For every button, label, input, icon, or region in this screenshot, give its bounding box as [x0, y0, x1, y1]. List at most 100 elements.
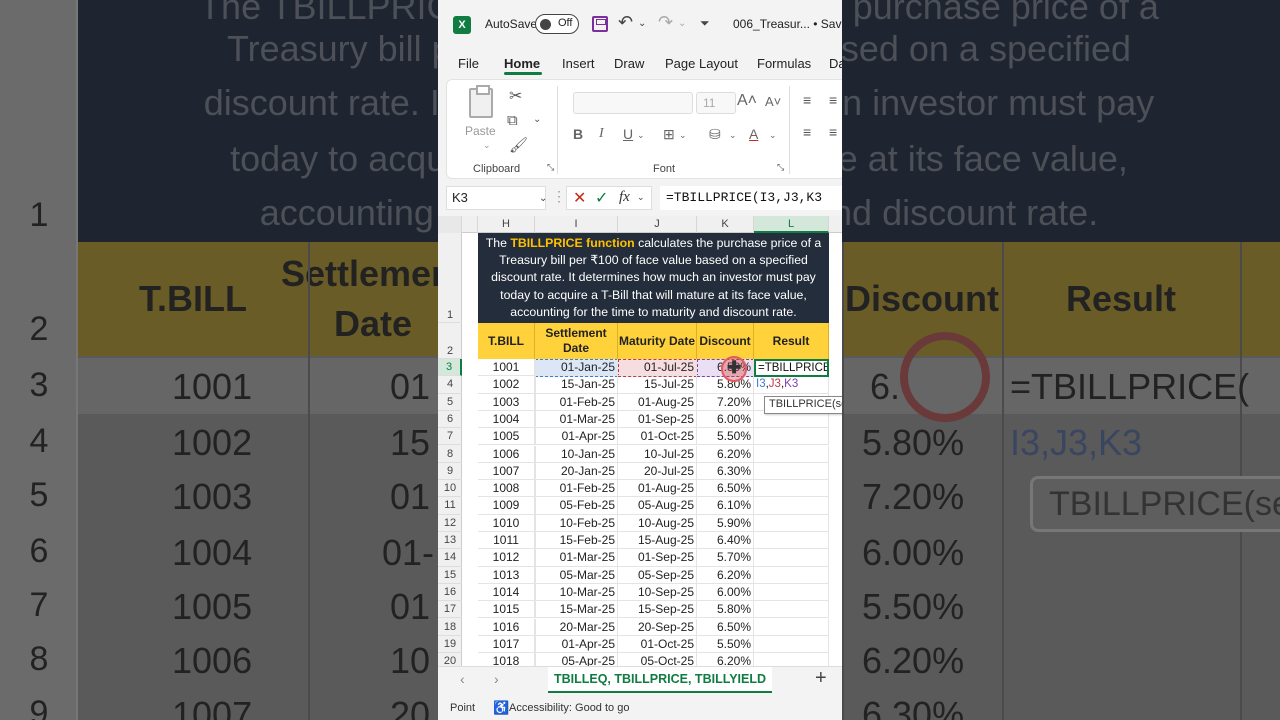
- menu-insert[interactable]: Insert: [562, 56, 595, 71]
- name-box-dropdown-icon[interactable]: ⌄: [539, 193, 547, 204]
- customize-toolbar-icon[interactable]: ⏷: [700, 16, 710, 31]
- cell-discount[interactable]: 6.20%: [697, 653, 754, 666]
- accessibility-status[interactable]: Accessibility: Good to go: [509, 702, 629, 714]
- cell-settlement[interactable]: 05-Apr-25: [535, 653, 618, 666]
- row-header-11[interactable]: 11: [438, 497, 462, 515]
- cell-maturity[interactable]: 05-Oct-25: [618, 653, 697, 666]
- save-icon[interactable]: [592, 16, 608, 32]
- cell-tbill[interactable]: 1008: [478, 480, 535, 498]
- cell-result[interactable]: [754, 566, 829, 584]
- cell-tbill[interactable]: 1010: [478, 514, 535, 532]
- cell-result[interactable]: [754, 462, 829, 481]
- cell-settlement[interactable]: 01-Apr-25: [535, 635, 618, 654]
- column-header-j[interactable]: J: [618, 216, 697, 233]
- font-size-select[interactable]: 11: [696, 92, 736, 114]
- fill-dropdown-icon[interactable]: ⌄: [729, 130, 737, 141]
- cell-tbill[interactable]: 1015: [478, 601, 535, 619]
- cell-result[interactable]: [754, 653, 829, 666]
- cell-discount[interactable]: 5.50%: [697, 635, 754, 654]
- paste-label[interactable]: Paste: [465, 124, 496, 138]
- cell-tbill[interactable]: 1011: [478, 532, 535, 550]
- align-left-icon[interactable]: ≡: [803, 124, 811, 140]
- row-header-9[interactable]: 9: [438, 463, 462, 481]
- header-result[interactable]: Result: [754, 323, 829, 359]
- cell-discount[interactable]: 6.00%: [697, 410, 754, 429]
- cell-discount[interactable]: 5.90%: [697, 514, 754, 532]
- cell-discount[interactable]: 6.50%: [697, 480, 754, 498]
- column-header-g[interactable]: [462, 216, 478, 233]
- cell-result[interactable]: [754, 601, 829, 619]
- row-header-17[interactable]: 17: [438, 601, 462, 619]
- align-top-icon[interactable]: ≡: [803, 92, 811, 108]
- row-header-2[interactable]: 2: [438, 323, 462, 359]
- borders-dropdown-icon[interactable]: ⌄: [679, 130, 687, 141]
- row-header-12[interactable]: 12: [438, 515, 462, 532]
- cut-icon[interactable]: ✂: [509, 86, 522, 106]
- cell-maturity[interactable]: 15-Sep-25: [618, 601, 697, 619]
- cell-tbill[interactable]: 1005: [478, 428, 535, 446]
- font-name-select[interactable]: [573, 92, 693, 114]
- cell-maturity[interactable]: 01-Oct-25: [618, 428, 697, 446]
- cell-maturity[interactable]: 01-Sep-25: [618, 410, 697, 429]
- row-header-16[interactable]: 16: [438, 584, 462, 602]
- copy-icon[interactable]: ⧉: [507, 112, 518, 129]
- row-header-20[interactable]: 20: [438, 653, 462, 666]
- cell-settlement[interactable]: 15-Feb-25: [535, 532, 618, 550]
- cell-settlement[interactable]: 01-Apr-25: [535, 428, 618, 446]
- cell-settlement[interactable]: 10-Feb-25: [535, 514, 618, 532]
- accessibility-icon[interactable]: ♿: [493, 700, 509, 716]
- column-header-i[interactable]: I: [535, 216, 618, 233]
- cell-maturity[interactable]: 01-Aug-25: [618, 393, 697, 411]
- insert-function-icon[interactable]: fx: [619, 189, 630, 206]
- column-header-k[interactable]: K: [697, 216, 754, 233]
- paste-dropdown-icon[interactable]: ⌄: [483, 140, 491, 151]
- menu-page-layout[interactable]: Page Layout: [665, 56, 738, 71]
- paste-icon[interactable]: [469, 85, 493, 118]
- format-painter-icon[interactable]: 🖌: [509, 136, 528, 154]
- name-box[interactable]: K3 ⌄: [446, 186, 547, 210]
- cell-maturity[interactable]: 05-Sep-25: [618, 566, 697, 584]
- redo-dropdown-icon[interactable]: ⌄: [678, 18, 686, 29]
- borders-icon[interactable]: ⊞: [663, 126, 675, 143]
- cell-settlement[interactable]: 01-Jan-25: [535, 359, 618, 377]
- menu-data[interactable]: Da: [829, 56, 842, 71]
- cell-tbill[interactable]: 1003: [478, 393, 535, 411]
- cell-result[interactable]: [754, 583, 829, 602]
- function-tooltip[interactable]: TBILLPRICE(settlement, maturity, discoun…: [764, 396, 842, 414]
- worksheet-grid[interactable]: H I J K L 1 2 3 4 5 6 7 8 9 10 11 12 13 14 15 16 17 18 19 2…: [438, 216, 842, 666]
- row-header-3[interactable]: 3: [438, 359, 462, 377]
- cell-settlement[interactable]: 15-Mar-25: [535, 601, 618, 619]
- cell-maturity[interactable]: 10-Jul-25: [618, 445, 697, 463]
- cell-discount[interactable]: 6.20%: [697, 566, 754, 584]
- cell-discount[interactable]: 5.70%: [697, 549, 754, 567]
- cell-result[interactable]: [754, 428, 829, 446]
- cell-result[interactable]: [754, 514, 829, 532]
- cell-maturity[interactable]: 20-Sep-25: [618, 618, 697, 636]
- cell-tbill[interactable]: 1017: [478, 635, 535, 654]
- cell-result[interactable]: [754, 445, 829, 463]
- row-header-13[interactable]: 13: [438, 532, 462, 550]
- active-cell-l3[interactable]: =TBILLPRICE(: [754, 359, 829, 377]
- cell-settlement[interactable]: 01-Feb-25: [535, 393, 618, 411]
- row-header-6[interactable]: 6: [438, 411, 462, 429]
- cell-maturity[interactable]: 01-Aug-25: [618, 480, 697, 498]
- cell-maturity[interactable]: 20-Jul-25: [618, 462, 697, 481]
- fill-color-icon[interactable]: ⛁: [709, 126, 721, 143]
- cell-maturity[interactable]: 15-Aug-25: [618, 532, 697, 550]
- formula-input[interactable]: =TBILLPRICE(I3,J3,K3: [660, 186, 842, 210]
- cell-result[interactable]: [754, 497, 829, 515]
- row-header-1[interactable]: 1: [438, 233, 462, 323]
- cell-tbill[interactable]: 1006: [478, 445, 535, 463]
- cell-discount[interactable]: 5.50%: [697, 428, 754, 446]
- cell-result[interactable]: [754, 549, 829, 567]
- cell-maturity[interactable]: 10-Sep-25: [618, 583, 697, 602]
- cell-maturity[interactable]: 15-Jul-25: [618, 376, 697, 394]
- font-color-icon[interactable]: A: [749, 126, 758, 142]
- cell-discount[interactable]: 6.00%: [697, 583, 754, 602]
- cell-tbill[interactable]: 1002: [478, 376, 535, 394]
- header-discount[interactable]: Discount: [697, 323, 754, 359]
- cell-discount[interactable]: 6.40%: [697, 532, 754, 550]
- cell-discount[interactable]: 6.20%: [697, 445, 754, 463]
- document-title[interactable]: 006_Treasur... • Save: [733, 17, 842, 31]
- cell-settlement[interactable]: 05-Feb-25: [535, 497, 618, 515]
